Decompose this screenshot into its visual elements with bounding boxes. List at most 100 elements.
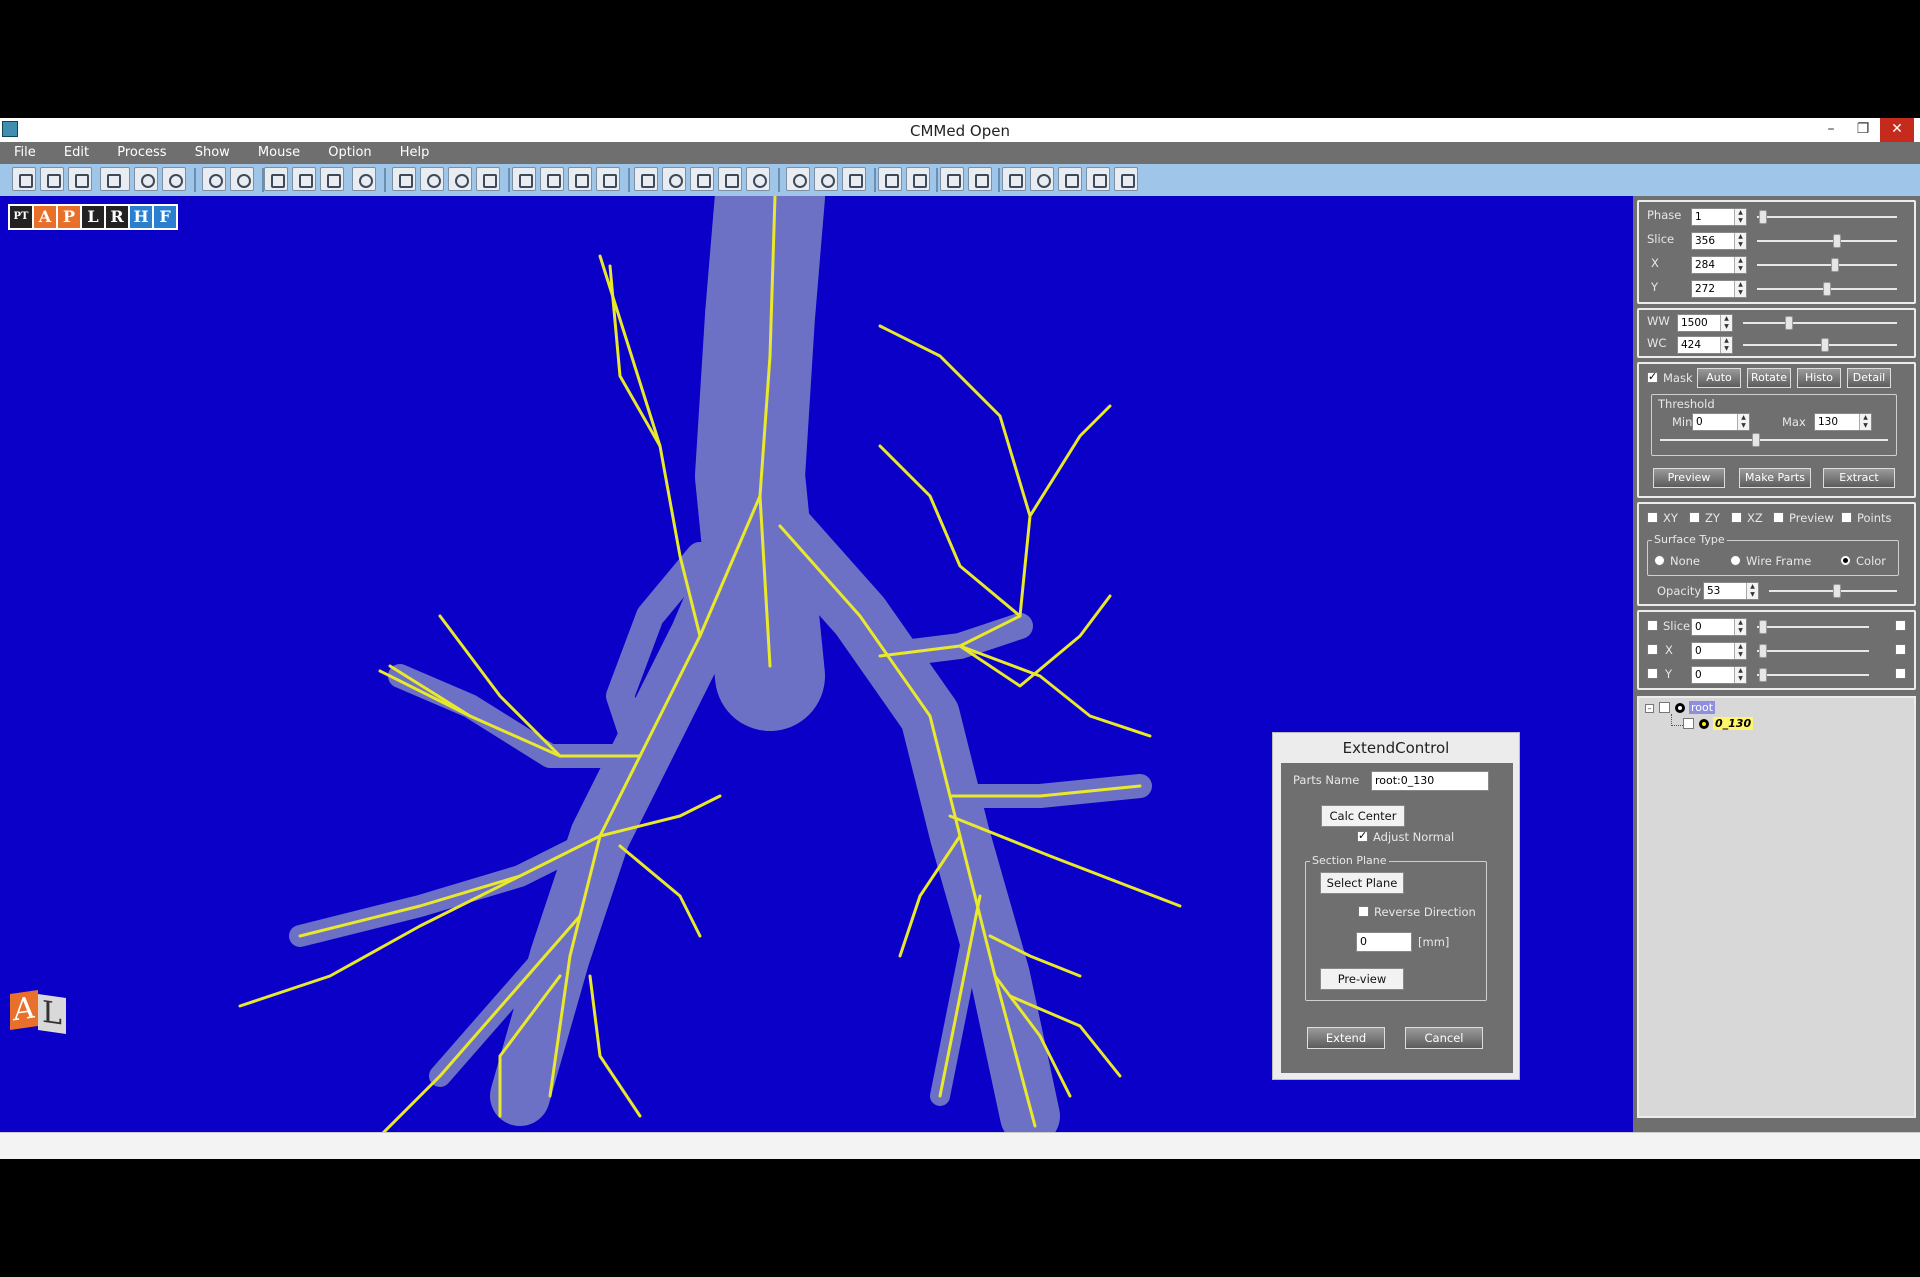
axial-view-icon[interactable] — [264, 167, 288, 191]
xy-checkbox[interactable] — [1647, 512, 1658, 523]
histogram-icon[interactable] — [540, 167, 564, 191]
slice-slider-track[interactable] — [1757, 240, 1897, 242]
clip-x-flip-checkbox[interactable] — [1895, 644, 1906, 655]
invert-icon[interactable] — [814, 167, 838, 191]
ww-spinbox[interactable]: 1500 ▲ ▼ — [1677, 314, 1733, 332]
ww-slider-track[interactable] — [1743, 322, 1897, 324]
fill-icon[interactable] — [906, 167, 930, 191]
orient-posterior-button[interactable]: P — [58, 206, 80, 228]
sagittal-view-icon[interactable] — [320, 167, 344, 191]
undo-icon[interactable] — [202, 167, 226, 191]
phase-slider-track[interactable] — [1757, 216, 1897, 218]
clip-slice-slider-thumb[interactable] — [1759, 620, 1767, 634]
slice-slider-thumb[interactable] — [1833, 234, 1841, 248]
x-slider-thumb[interactable] — [1831, 258, 1839, 272]
redo-icon[interactable] — [230, 167, 254, 191]
threshold-min-spinbox[interactable]: 0 ▲ ▼ — [1692, 413, 1750, 431]
tree-child-node[interactable]: 0_130 — [1713, 717, 1754, 730]
clip-y-slider-track[interactable] — [1757, 674, 1869, 676]
close-button[interactable]: ✕ — [1880, 118, 1914, 142]
menu-process[interactable]: Process — [103, 142, 176, 160]
tree-root-checkbox[interactable] — [1659, 702, 1670, 713]
orient-foot-button[interactable]: F — [154, 206, 176, 228]
menu-option[interactable]: Option — [314, 142, 381, 160]
offset-input[interactable]: 0 — [1356, 932, 1412, 952]
menu-show[interactable]: Show — [181, 142, 240, 160]
import-icon[interactable] — [40, 167, 64, 191]
clip-slice-slider-track[interactable] — [1757, 626, 1869, 628]
copy-icon[interactable] — [512, 167, 536, 191]
surface-wireframe-radio[interactable] — [1730, 555, 1741, 566]
clip-y-flip-checkbox[interactable] — [1895, 668, 1906, 679]
point-icon[interactable] — [448, 167, 472, 191]
clip-slice-flip-checkbox[interactable] — [1895, 620, 1906, 631]
select-plane-button[interactable]: Select Plane — [1320, 872, 1404, 894]
rotate-button[interactable]: Rotate — [1747, 368, 1791, 388]
clip-slice-checkbox[interactable] — [1647, 620, 1658, 631]
surface-none-radio[interactable] — [1654, 555, 1665, 566]
contrast-icon[interactable] — [662, 167, 686, 191]
reverse-direction-checkbox[interactable] — [1358, 906, 1369, 917]
surface-preview-checkbox[interactable] — [1773, 512, 1784, 523]
surface-color-radio[interactable] — [1840, 555, 1851, 566]
threshold-slider-thumb[interactable] — [1752, 433, 1760, 447]
layout-dropdown-icon[interactable] — [100, 167, 130, 191]
clip-y-slider-thumb[interactable] — [1759, 668, 1767, 682]
frame-icon[interactable] — [476, 167, 500, 191]
phase-spinbox[interactable]: 1 ▲ ▼ — [1691, 208, 1747, 226]
tree-child-visibility-icon[interactable] — [1699, 719, 1709, 729]
extend-button[interactable]: Extend — [1307, 1027, 1385, 1049]
wc-spinbox[interactable]: 424 ▲ ▼ — [1677, 336, 1733, 354]
clip-slice-spinbox[interactable]: 0 ▲ ▼ — [1691, 618, 1747, 636]
measure-icon[interactable] — [940, 167, 964, 191]
xz-checkbox[interactable] — [1731, 512, 1742, 523]
mask-checkbox[interactable] — [1647, 370, 1658, 383]
phase-slider-thumb[interactable] — [1759, 210, 1767, 224]
clip-x-spinbox[interactable]: 0 ▲ ▼ — [1691, 642, 1747, 660]
zy-checkbox[interactable] — [1689, 512, 1700, 523]
grid-icon[interactable] — [842, 167, 866, 191]
restore-button[interactable]: ❐ — [1848, 118, 1878, 142]
make-parts-button[interactable]: Make Parts — [1739, 468, 1811, 488]
volume-render-icon[interactable] — [596, 167, 620, 191]
tree-root-visibility-icon[interactable] — [1675, 703, 1685, 713]
open-icon[interactable] — [12, 167, 36, 191]
wc-slider-track[interactable] — [1743, 344, 1897, 346]
heart-icon[interactable] — [690, 167, 714, 191]
pre-view-button[interactable]: Pre-view — [1320, 968, 1404, 990]
preview-button[interactable]: Preview — [1653, 468, 1725, 488]
mask-icon[interactable] — [786, 167, 810, 191]
extract-button[interactable]: Extract — [1823, 468, 1895, 488]
threshold-slider-track[interactable] — [1660, 439, 1888, 441]
orient-anterior-button[interactable]: A — [34, 206, 56, 228]
orient-left-button[interactable]: L — [82, 206, 104, 228]
fit-view-icon[interactable] — [392, 167, 416, 191]
points-checkbox[interactable] — [1841, 512, 1852, 523]
menu-edit[interactable]: Edit — [50, 142, 99, 160]
auto-button[interactable]: Auto — [1697, 368, 1741, 388]
opacity-spinbox[interactable]: 53 ▲ ▼ — [1703, 582, 1759, 600]
orient-pt-button[interactable]: PT — [10, 206, 32, 228]
menu-help[interactable]: Help — [386, 142, 440, 160]
orient-right-button[interactable]: R — [106, 206, 128, 228]
y-slider-thumb[interactable] — [1823, 282, 1831, 296]
minimize-button[interactable]: – — [1816, 118, 1846, 142]
cancel-button[interactable]: Cancel — [1405, 1027, 1483, 1049]
coronal-view-icon[interactable] — [292, 167, 316, 191]
tree-child-checkbox[interactable] — [1683, 718, 1694, 729]
tree-icon[interactable] — [1086, 167, 1110, 191]
ww-slider-thumb[interactable] — [1785, 316, 1793, 330]
probe-icon[interactable] — [968, 167, 992, 191]
calc-center-button[interactable]: Calc Center — [1321, 805, 1405, 827]
angle-icon[interactable] — [718, 167, 742, 191]
edit-icon[interactable] — [568, 167, 592, 191]
parts-name-input[interactable]: root:0_130 — [1371, 771, 1489, 791]
clock-icon[interactable] — [352, 167, 376, 191]
tree-root-node[interactable]: root — [1689, 701, 1716, 714]
device-icon[interactable] — [1058, 167, 1082, 191]
adjust-normal-checkbox[interactable] — [1357, 829, 1368, 842]
zoom-icon[interactable] — [420, 167, 444, 191]
opacity-slider-thumb[interactable] — [1833, 584, 1841, 598]
menu-file[interactable]: File — [0, 142, 46, 160]
x-spinbox[interactable]: 284 ▲ ▼ — [1691, 256, 1747, 274]
